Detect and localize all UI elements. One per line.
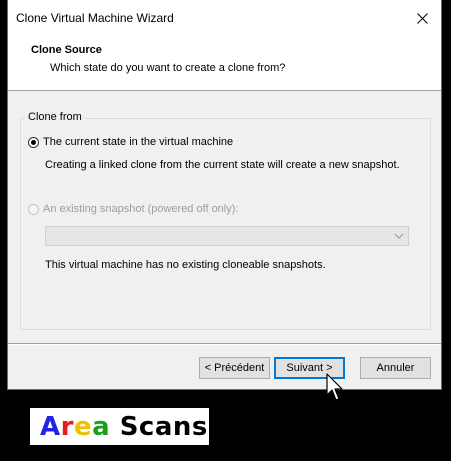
existing-snapshot-radio-option[interactable]: An existing snapshot (powered off only): <box>28 203 238 215</box>
current-state-label: The current state in the virtual machine <box>43 136 234 148</box>
area-scans-watermark: Area Scans <box>30 408 209 445</box>
watermark-letter-e: e <box>73 411 93 442</box>
page-title: Clone Source <box>31 44 102 56</box>
footer-separator <box>8 343 441 345</box>
current-state-radio[interactable] <box>28 136 39 148</box>
current-state-radio-option[interactable]: The current state in the virtual machine <box>28 136 233 148</box>
no-snapshots-message: This virtual machine has no existing clo… <box>45 259 326 271</box>
watermark-letter-r: r <box>60 411 74 442</box>
snapshot-select[interactable] <box>45 226 409 246</box>
existing-snapshot-label: An existing snapshot (powered off only): <box>43 203 239 215</box>
clone-from-group <box>20 118 431 330</box>
window-title: Clone Virtual Machine Wizard <box>16 11 174 25</box>
watermark-letter-a2: a <box>92 411 111 442</box>
wizard-header: Clone Source Which state do you want to … <box>8 36 441 91</box>
current-state-description: Creating a linked clone from the current… <box>45 159 400 171</box>
title-bar: Clone Virtual Machine Wizard <box>8 0 441 36</box>
clone-from-label: Clone from <box>25 111 85 123</box>
page-subtitle: Which state do you want to create a clon… <box>50 62 286 74</box>
close-button[interactable] <box>403 0 441 36</box>
mouse-pointer-icon <box>326 373 343 401</box>
chevron-down-icon <box>394 233 404 239</box>
cancel-button[interactable]: Annuler <box>360 357 431 379</box>
close-icon <box>416 12 428 24</box>
back-button[interactable]: < Précédent <box>199 357 270 379</box>
watermark-scans-text: Scans <box>110 411 208 442</box>
existing-snapshot-radio[interactable] <box>28 203 39 215</box>
clone-wizard-dialog: Clone Virtual Machine Wizard Clone Sourc… <box>8 0 441 389</box>
watermark-letter-a: A <box>40 411 61 442</box>
